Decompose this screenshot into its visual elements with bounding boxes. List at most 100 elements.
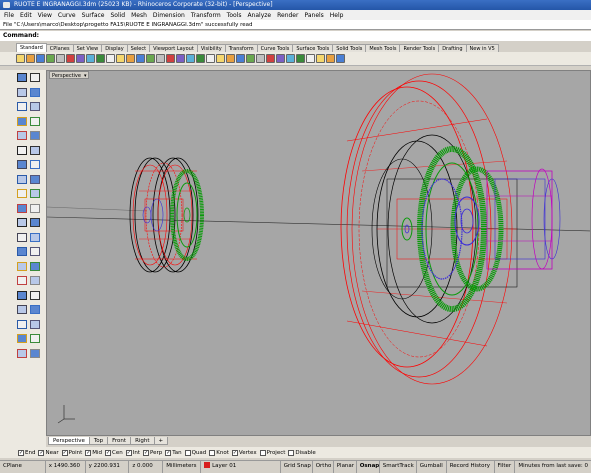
analyze-icon[interactable] [17, 319, 27, 329]
arc-icon[interactable] [30, 102, 40, 111]
loft-icon[interactable] [17, 174, 27, 184]
rotate-view-icon[interactable] [126, 54, 135, 63]
menu-item-edit[interactable]: Edit [20, 12, 32, 19]
toolbar-tab-surface-tools[interactable]: Surface Tools [292, 44, 334, 52]
status-planar[interactable]: Planar [334, 460, 357, 473]
menu-item-surface[interactable]: Surface [82, 12, 105, 19]
light-icon[interactable] [286, 54, 295, 63]
help-icon[interactable] [336, 54, 345, 63]
move-icon[interactable] [30, 232, 40, 242]
toolbar-tab-new-in-v5[interactable]: New in V5 [465, 44, 499, 52]
zoom-selected-icon[interactable] [166, 54, 175, 63]
open-icon[interactable] [26, 54, 35, 63]
status-ortho[interactable]: Ortho [313, 460, 334, 473]
toolbar-tab-drafting[interactable]: Drafting [438, 44, 467, 52]
osnap-mid[interactable]: ✓ Mid [85, 449, 102, 456]
osnap-disable[interactable]: Disable [288, 449, 316, 456]
display-mode-icon[interactable] [246, 54, 255, 63]
check-icon[interactable] [30, 334, 40, 343]
osnap-checkbox[interactable]: ✓ [18, 449, 24, 456]
import-icon[interactable] [56, 54, 65, 63]
toolbar-tab-set-view[interactable]: Set View [72, 44, 103, 52]
menu-item-curve[interactable]: Curve [58, 12, 76, 19]
mesh-icon[interactable] [17, 218, 27, 227]
array-icon[interactable] [17, 276, 27, 285]
osnap-checkbox[interactable] [184, 449, 191, 456]
join-icon[interactable] [30, 290, 40, 300]
paste-icon[interactable] [86, 54, 95, 63]
viewport-canvas[interactable] [47, 71, 591, 436]
dimension-icon[interactable] [17, 232, 27, 242]
toolbar-tab-display[interactable]: Display [101, 44, 128, 52]
menu-item-help[interactable]: Help [330, 12, 344, 19]
osnap-point[interactable]: ✓ Point [61, 449, 82, 456]
trim-icon[interactable] [30, 276, 40, 285]
menu-item-transform[interactable]: Transform [191, 12, 221, 19]
perspective-viewport[interactable]: Perspective ▾ [46, 70, 591, 436]
osnap-end[interactable]: ✓ End [18, 449, 35, 456]
osnap-vertex[interactable]: ✓ Vertex [231, 449, 257, 456]
status-record-history[interactable]: Record History [447, 460, 495, 473]
dot-icon[interactable] [30, 348, 40, 358]
status-cplane[interactable]: CPlane [0, 460, 46, 473]
wireframe-icon[interactable] [256, 54, 265, 63]
shaded-icon[interactable] [266, 54, 275, 63]
osnap-checkbox[interactable]: ✓ [85, 449, 92, 456]
rendered-icon[interactable] [276, 54, 285, 63]
osnap-cen[interactable]: ✓ Cen [105, 449, 123, 456]
snap-icon[interactable] [196, 54, 205, 63]
polyline-icon[interactable] [17, 87, 27, 97]
print-icon[interactable] [46, 54, 55, 63]
render-icon[interactable] [306, 54, 315, 63]
circle-icon[interactable] [17, 116, 27, 126]
four-views-icon[interactable] [176, 54, 185, 63]
copy-icon[interactable] [76, 54, 85, 63]
surface-corner-icon[interactable] [17, 160, 27, 169]
viewport-tab-perspective[interactable]: Perspective [48, 437, 90, 445]
line-icon[interactable] [30, 87, 40, 97]
copy-icon[interactable] [17, 247, 27, 256]
analyze-icon[interactable] [316, 54, 325, 63]
toolbar-tab-curve-tools[interactable]: Curve Tools [256, 44, 294, 52]
zoom-window-icon[interactable] [146, 54, 155, 63]
toolbar-tab-select[interactable]: Select [126, 44, 151, 52]
status-gumball[interactable]: Gumball [417, 460, 447, 473]
redo-icon[interactable] [106, 54, 115, 63]
box-icon[interactable] [17, 189, 27, 198]
status-layer[interactable]: Layer 01 [201, 460, 281, 473]
boolean-union-icon[interactable] [17, 203, 27, 213]
small-wheel-assembly[interactable] [129, 157, 204, 273]
status-filter[interactable]: Filter [495, 460, 516, 473]
render-icon[interactable] [30, 319, 40, 329]
menu-item-mesh[interactable]: Mesh [131, 12, 147, 19]
menu-item-solid[interactable]: Solid [110, 12, 125, 19]
toolbar-tab-viewport-layout[interactable]: Viewport Layout [149, 44, 198, 52]
extrude-icon[interactable] [30, 160, 40, 169]
options-icon[interactable] [326, 54, 335, 63]
osnap-checkbox[interactable] [288, 449, 295, 456]
offset-curve-icon[interactable] [30, 145, 40, 155]
status-units[interactable]: Millimeters [163, 460, 202, 473]
rotate-icon[interactable] [30, 247, 40, 256]
osnap-knot[interactable]: Knot [209, 449, 229, 456]
menu-item-view[interactable]: View [38, 12, 52, 19]
material-icon[interactable] [296, 54, 305, 63]
osnap-quad[interactable]: Quad [184, 449, 206, 456]
osnap-near[interactable]: ✓ Near [38, 449, 59, 456]
osnap-checkbox[interactable]: ✓ [61, 449, 68, 456]
point-icon[interactable] [30, 73, 40, 82]
grid-icon[interactable] [186, 54, 195, 63]
select-arrow-icon[interactable] [17, 73, 27, 82]
zoom-extents-icon[interactable] [156, 54, 165, 63]
add-viewport-tab-button[interactable]: + [153, 437, 169, 445]
viewport-title-label[interactable]: Perspective ▾ [49, 71, 90, 79]
menu-item-dimension[interactable]: Dimension [153, 12, 185, 19]
mirror-icon[interactable] [30, 261, 40, 271]
toolbar-tab-render-tools[interactable]: Render Tools [399, 44, 440, 52]
status-smarttrack[interactable]: SmartTrack [380, 460, 417, 473]
menu-item-analyze[interactable]: Analyze [247, 12, 271, 19]
large-wheel-assembly[interactable] [340, 73, 561, 385]
menu-item-file[interactable]: File [4, 12, 14, 19]
properties-icon[interactable] [236, 54, 245, 63]
osnap-checkbox[interactable] [209, 449, 216, 456]
